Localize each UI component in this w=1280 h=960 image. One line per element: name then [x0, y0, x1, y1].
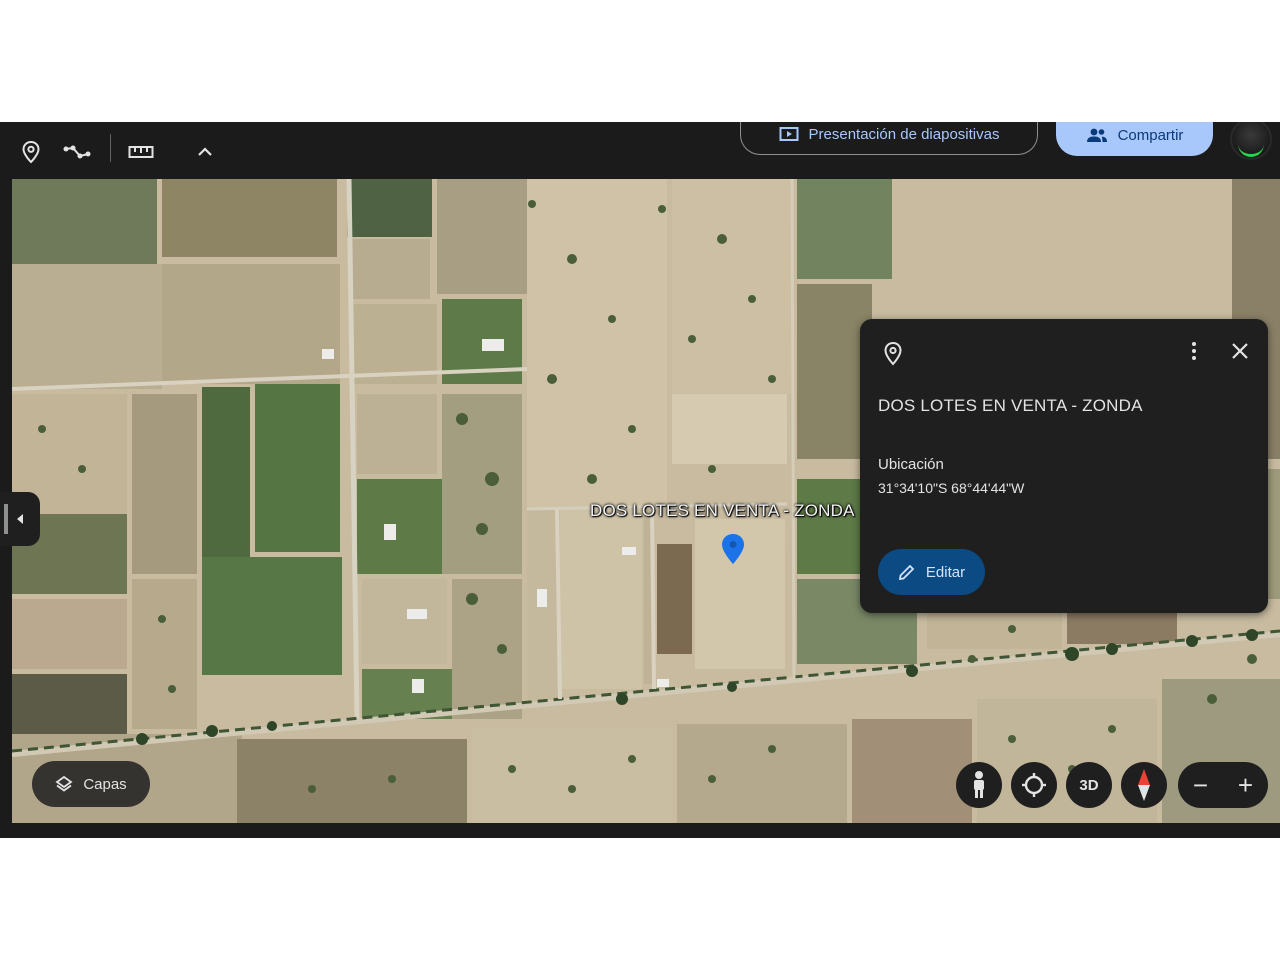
attribution-bar: [0, 823, 1280, 838]
share-button[interactable]: Compartir: [1056, 122, 1213, 156]
compass-button[interactable]: [1121, 762, 1167, 808]
measure-button[interactable]: [123, 134, 159, 170]
draw-path-button[interactable]: [59, 134, 95, 170]
close-icon: [1232, 343, 1248, 359]
layers-icon: [55, 775, 73, 792]
add-placemark-button[interactable]: [13, 134, 49, 170]
street-view-button[interactable]: [956, 762, 1002, 808]
layers-label: Capas: [83, 775, 127, 793]
card-title: DOS LOTES EN VENTA - ZONDA: [878, 396, 1143, 415]
location-label: Ubicación: [878, 456, 944, 473]
my-location-button[interactable]: [1011, 762, 1057, 808]
place-pin-icon: [22, 140, 40, 164]
close-card-button[interactable]: [1228, 339, 1252, 363]
edit-label: Editar: [925, 563, 966, 581]
my-location-icon: [1022, 773, 1046, 797]
ruler-icon: [128, 146, 154, 158]
zoom-in-button[interactable]: +: [1223, 762, 1268, 808]
map-pin-icon: [722, 534, 744, 564]
share-label: Compartir: [1117, 126, 1184, 144]
placemark-pin[interactable]: [720, 533, 746, 565]
chevron-left-icon: [17, 514, 23, 524]
edit-button[interactable]: Editar: [878, 549, 985, 595]
drag-grip: [4, 504, 8, 534]
avatar-arc: [1238, 142, 1264, 157]
top-toolbar: Presentación de diapositivas Compartir: [0, 122, 1280, 179]
place-pin-icon: [884, 341, 902, 366]
user-avatar[interactable]: [1230, 122, 1272, 160]
layers-button[interactable]: Capas: [32, 761, 150, 807]
earth-app: Presentación de diapositivas Compartir D…: [0, 122, 1280, 838]
view-3d-button[interactable]: 3D: [1066, 762, 1112, 808]
path-line-icon: [63, 145, 91, 159]
placemark-info-card: DOS LOTES EN VENTA - ZONDA Ubicación 31°…: [860, 319, 1268, 613]
placemark-label[interactable]: DOS LOTES EN VENTA - ZONDA: [590, 501, 855, 521]
more-options-button[interactable]: [1182, 339, 1206, 363]
compass-icon: [1138, 769, 1150, 801]
collapse-toolbar-button[interactable]: [187, 134, 223, 170]
slideshow-icon: [779, 127, 799, 141]
people-icon: [1086, 128, 1107, 142]
pegman-icon: [974, 771, 984, 798]
side-panel-toggle[interactable]: [0, 492, 40, 546]
toolbar-divider: [110, 134, 111, 162]
slideshow-button[interactable]: Presentación de diapositivas: [740, 122, 1038, 155]
chevron-up-icon: [198, 147, 212, 156]
more-vert-icon: [1192, 342, 1196, 360]
view-3d-label: 3D: [1079, 776, 1099, 794]
slideshow-label: Presentación de diapositivas: [808, 125, 1000, 143]
zoom-out-button[interactable]: −: [1178, 762, 1223, 808]
location-coordinates: 31°34'10"S 68°44'44"W: [878, 480, 1025, 496]
pencil-icon: [898, 564, 915, 581]
zoom-control: − +: [1178, 762, 1268, 808]
